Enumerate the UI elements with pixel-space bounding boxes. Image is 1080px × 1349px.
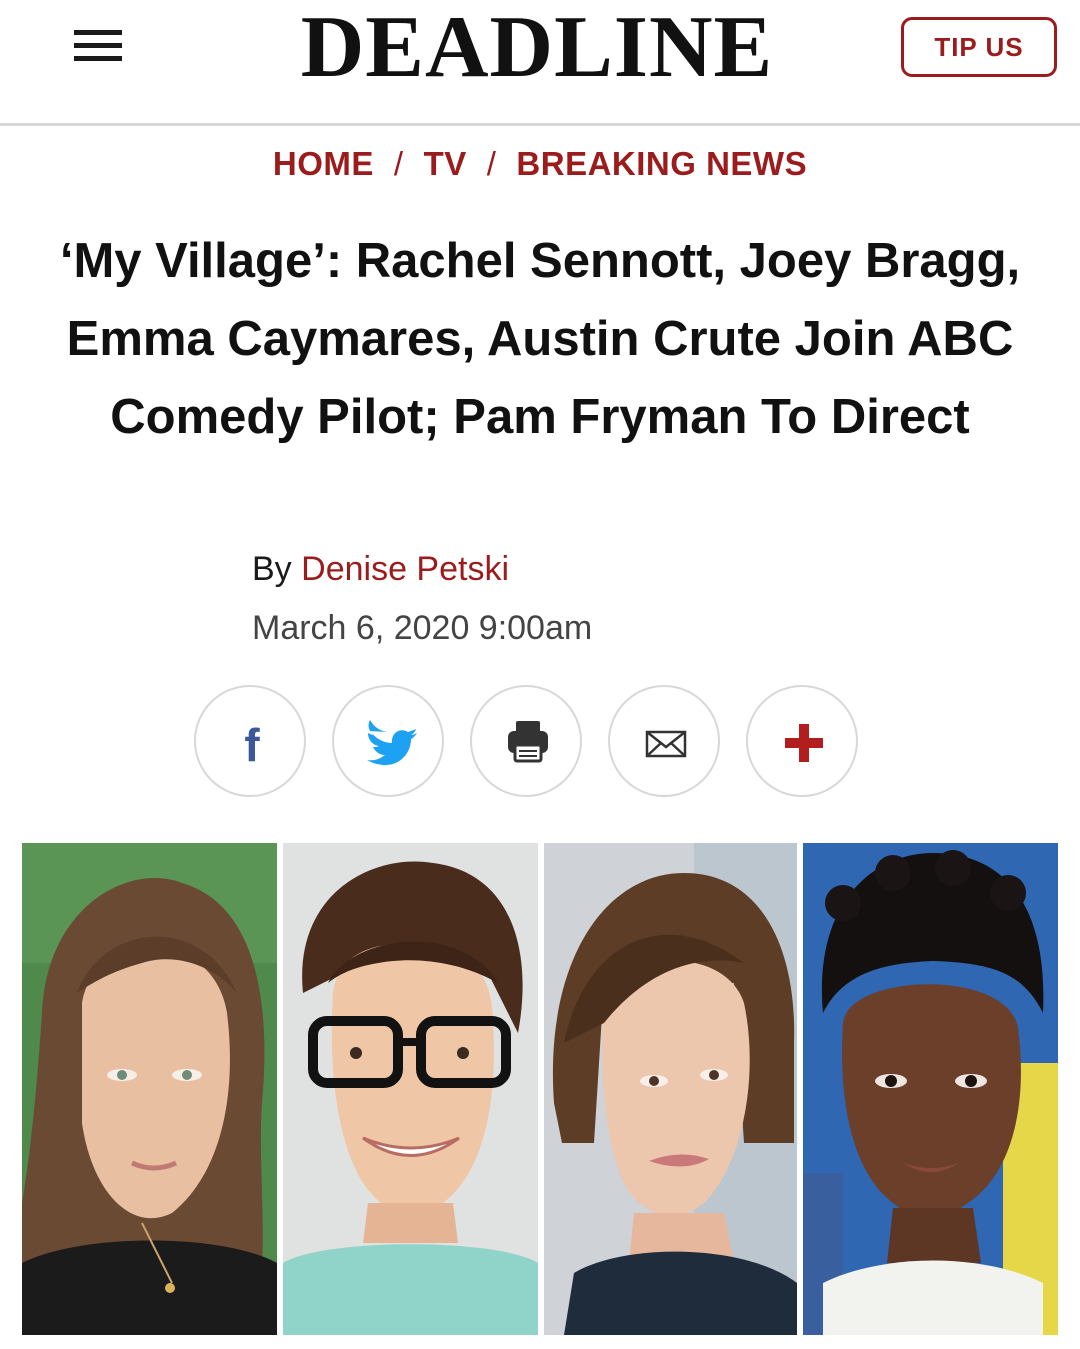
share-facebook-button[interactable]: f: [194, 685, 306, 797]
headshot-photo: [22, 843, 277, 1335]
share-print-button[interactable]: [470, 685, 582, 797]
breadcrumb-tv[interactable]: TV: [424, 145, 467, 182]
breadcrumb-home[interactable]: HOME: [273, 145, 374, 182]
email-icon: [645, 730, 687, 758]
share-email-button[interactable]: [608, 685, 720, 797]
print-icon: [508, 721, 548, 763]
facebook-icon: f: [244, 719, 260, 771]
byline: By Denise Petski: [252, 550, 509, 589]
author-link[interactable]: Denise Petski: [301, 550, 509, 588]
site-logo[interactable]: DEADLINE: [246, 4, 828, 92]
tip-us-button[interactable]: TIP US: [901, 17, 1057, 77]
article-image[interactable]: [22, 843, 1058, 1335]
breadcrumb-breaking-news[interactable]: BREAKING NEWS: [516, 145, 807, 182]
share-more-button[interactable]: [746, 685, 858, 797]
headshot-photo: [803, 843, 1058, 1335]
share-twitter-button[interactable]: [332, 685, 444, 797]
svg-text:f: f: [244, 719, 260, 771]
breadcrumb: HOME / TV / BREAKING NEWS: [0, 145, 1080, 183]
headshot-photo: [283, 843, 538, 1335]
breadcrumb-separator: /: [393, 145, 404, 182]
article-headline: ‘My Village’: Rachel Sennott, Joey Bragg…: [59, 234, 1021, 444]
breadcrumb-separator: /: [486, 145, 497, 182]
hamburger-menu-icon[interactable]: [74, 26, 122, 66]
headshot-photo: [544, 843, 797, 1335]
twitter-icon: [367, 720, 417, 765]
site-header: DEADLINE TIP US: [0, 0, 1080, 126]
plus-icon: [785, 724, 823, 762]
byline-prefix: By: [252, 550, 292, 588]
publish-date: March 6, 2020 9:00am: [252, 609, 593, 647]
